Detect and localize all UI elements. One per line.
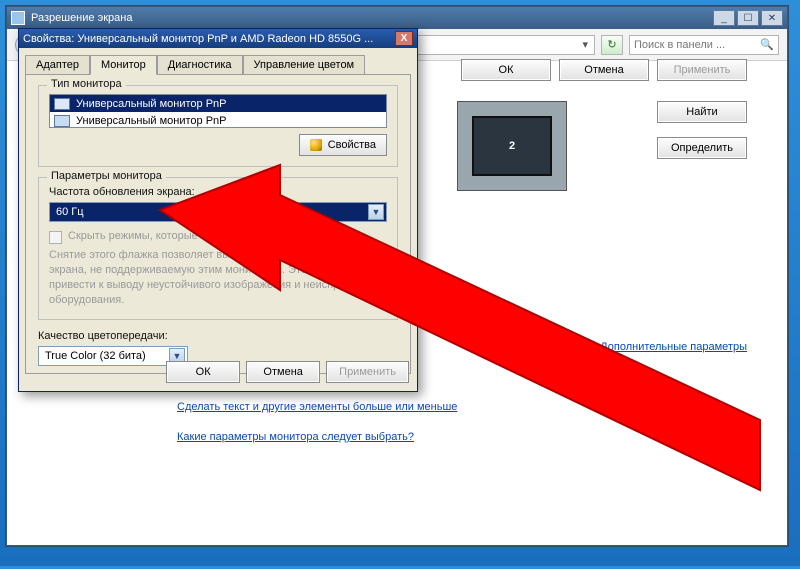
detect-button-label: Определить (671, 142, 733, 154)
tab-label: Монитор (101, 59, 146, 71)
chevron-down-icon[interactable]: ▾ (582, 38, 588, 51)
dialog-close-button[interactable]: X (395, 31, 413, 46)
group-legend: Параметры монитора (47, 170, 166, 182)
tab-label: Диагностика (168, 59, 232, 71)
display-icon (11, 11, 25, 25)
monitor-icon (54, 98, 70, 110)
which-settings-link[interactable]: Какие параметры монитора следует выбрать… (177, 431, 414, 443)
display-preview-area[interactable]: 2 (457, 101, 567, 191)
monitor-properties-dialog: Свойства: Универсальный монитор PnP и AM… (18, 28, 418, 392)
dialog-tabs: Адаптер Монитор Диагностика Управление ц… (19, 48, 417, 74)
refresh-rate-value: 60 Гц (56, 206, 84, 218)
cancel-button[interactable]: Отмена (559, 59, 649, 81)
monitor-icon (54, 115, 70, 127)
cancel-label: Отмена (263, 366, 302, 378)
dialog-footer-buttons: ОК Отмена Применить (166, 361, 409, 383)
find-button[interactable]: Найти (657, 101, 747, 123)
search-placeholder: Поиск в панели ... (634, 39, 725, 51)
search-icon: 🔍 (760, 38, 774, 51)
color-quality-value: True Color (32 бита) (45, 350, 146, 362)
search-input[interactable]: Поиск в панели ... 🔍 (629, 35, 779, 55)
cancel-label: Отмена (584, 64, 623, 76)
properties-button-label: Свойства (328, 139, 376, 151)
monitor-name: Универсальный монитор PnP (76, 98, 227, 110)
monitor-list-item[interactable]: Универсальный монитор PnP (50, 95, 386, 112)
ok-label: ОК (499, 64, 514, 76)
close-button[interactable]: ✕ (761, 10, 783, 26)
dialog-apply-button[interactable]: Применить (326, 361, 409, 383)
monitor-list[interactable]: Универсальный монитор PnP Универсальный … (49, 94, 387, 128)
tab-label: Управление цветом (254, 59, 355, 71)
color-quality-label: Качество цветопередачи: (38, 330, 398, 342)
find-button-label: Найти (686, 106, 717, 118)
minimize-button[interactable]: _ (713, 10, 735, 26)
uac-shield-icon (310, 139, 322, 151)
dialog-title: Свойства: Универсальный монитор PnP и AM… (23, 33, 373, 45)
dialog-titlebar[interactable]: Свойства: Универсальный монитор PnP и AM… (19, 29, 417, 48)
group-legend: Тип монитора (47, 78, 126, 90)
tab-diagnostics[interactable]: Диагностика (157, 55, 243, 75)
apply-label: Применить (674, 64, 731, 76)
hide-modes-help-text: Снятие этого флажка позволяет выбрать ре… (49, 248, 387, 307)
detect-button[interactable]: Определить (657, 137, 747, 159)
rear-footer-buttons: ОК Отмена Применить (461, 59, 747, 81)
refresh-button[interactable]: ↻ (601, 35, 623, 55)
apply-label: Применить (339, 366, 396, 378)
advanced-settings-link-wrap: Дополнительные параметры (600, 341, 747, 353)
maximize-button[interactable]: ☐ (737, 10, 759, 26)
dialog-cancel-button[interactable]: Отмена (246, 361, 320, 383)
tab-label: Адаптер (36, 59, 79, 71)
monitor-name: Универсальный монитор PnP (76, 115, 227, 127)
tab-color-management[interactable]: Управление цветом (243, 55, 366, 75)
chevron-down-icon[interactable]: ▼ (368, 204, 384, 220)
tab-adapter[interactable]: Адаптер (25, 55, 90, 75)
display-number: 2 (509, 140, 515, 152)
ok-label: ОК (196, 366, 211, 378)
apply-button[interactable]: Применить (657, 59, 747, 81)
group-monitor-type: Тип монитора Универсальный монитор PnP У… (38, 85, 398, 167)
advanced-settings-link[interactable]: Дополнительные параметры (600, 341, 747, 353)
group-monitor-settings: Параметры монитора Частота обновления эк… (38, 177, 398, 320)
dialog-ok-button[interactable]: ОК (166, 361, 240, 383)
refresh-rate-label: Частота обновления экрана: (49, 186, 387, 198)
ok-button[interactable]: ОК (461, 59, 551, 81)
rear-titlebar[interactable]: Разрешение экрана _ ☐ ✕ (7, 7, 787, 29)
make-text-bigger-link[interactable]: Сделать текст и другие элементы больше и… (177, 401, 457, 413)
hide-modes-checkbox-label: Скрыть режимы, которые монитор не может … (68, 230, 366, 242)
properties-button[interactable]: Свойства (299, 134, 387, 156)
refresh-rate-dropdown[interactable]: 60 Гц ▼ (49, 202, 387, 222)
monitor-list-item[interactable]: Универсальный монитор PnP (50, 112, 386, 128)
rear-window-title: Разрешение экрана (31, 12, 132, 24)
display-2-thumbnail[interactable]: 2 (472, 116, 552, 176)
tab-monitor[interactable]: Монитор (90, 55, 157, 75)
tab-panel-monitor: Тип монитора Универсальный монитор PnP У… (25, 74, 411, 374)
hide-modes-checkbox[interactable] (49, 231, 62, 244)
